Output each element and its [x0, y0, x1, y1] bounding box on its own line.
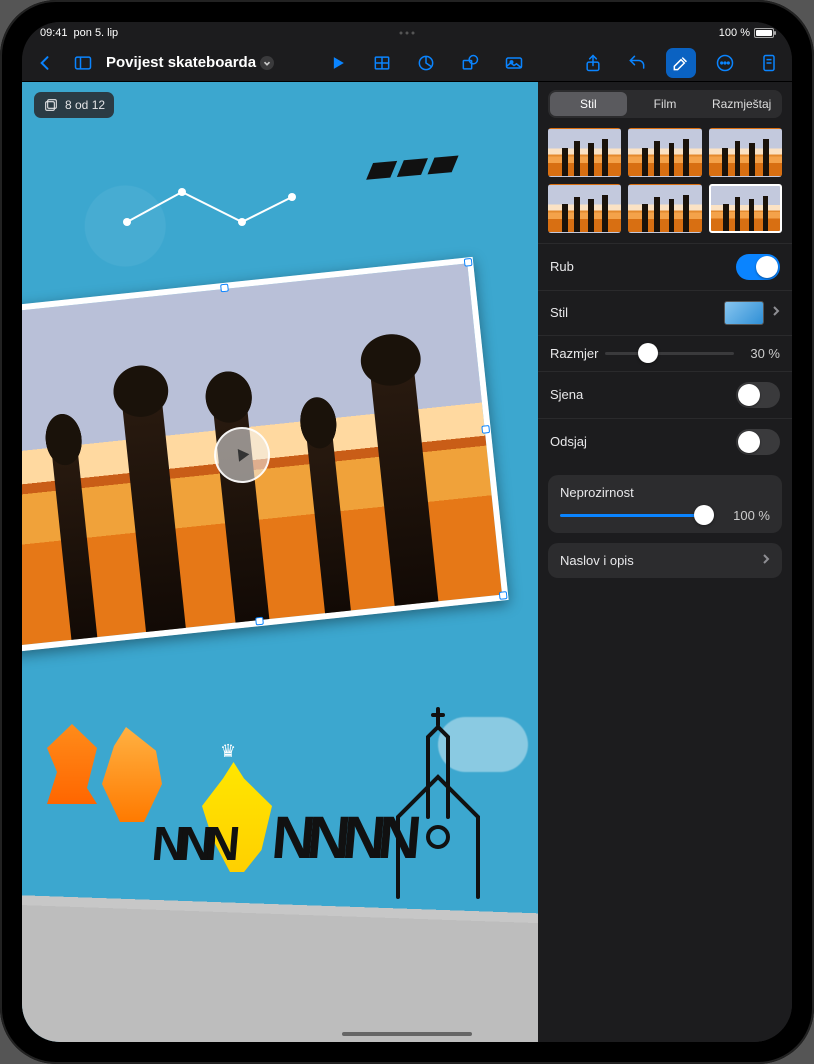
tab-film[interactable]: Film — [627, 92, 704, 116]
insert-table-button[interactable] — [367, 48, 397, 78]
slide-canvas[interactable]: ▰▰▰ ♛ NNN NNNN — [22, 82, 538, 1042]
graffiti-crown: ♛ — [220, 741, 236, 762]
graffiti-zigzag-1: NNN — [150, 817, 235, 872]
reflection-label: Odsjaj — [550, 434, 736, 449]
status-battery-text: 100 % — [719, 27, 750, 39]
document-title-text: Povijest skateboarda — [106, 54, 256, 71]
scale-label: Razmjer — [550, 346, 605, 361]
insert-media-button[interactable] — [499, 48, 529, 78]
status-date: pon 5. lip — [74, 27, 119, 39]
slide-counter-text: 8 od 12 — [65, 98, 105, 112]
shadow-label: Sjena — [550, 387, 736, 402]
status-time: 09:41 — [40, 27, 68, 39]
toolbar-right-group — [578, 48, 784, 78]
tab-style[interactable]: Stil — [550, 92, 627, 116]
inspector-tab-bar: Stil Film Razmještaj — [548, 90, 782, 118]
scale-row: Razmjer 30 % — [538, 335, 792, 371]
graffiti-church — [378, 707, 498, 907]
chevron-right-icon — [762, 553, 770, 568]
style-label: Stil — [550, 305, 724, 320]
tab-arrange[interactable]: Razmještaj — [703, 92, 780, 116]
play-presentation-button[interactable] — [323, 48, 353, 78]
format-inspector-button[interactable] — [666, 48, 696, 78]
video-object[interactable] — [22, 257, 509, 652]
insert-shape-button[interactable] — [455, 48, 485, 78]
back-button[interactable] — [30, 48, 60, 78]
slide-counter[interactable]: 8 od 12 — [34, 92, 114, 118]
more-button[interactable] — [710, 48, 740, 78]
graffiti-scribble: ▰▰▰ — [364, 138, 460, 192]
share-button[interactable] — [578, 48, 608, 78]
battery-icon — [754, 28, 774, 38]
document-options-button[interactable] — [754, 48, 784, 78]
multitask-dots[interactable] — [400, 32, 415, 35]
title-desc-row[interactable]: Naslov i opis — [548, 543, 782, 578]
status-bar: 09:41 pon 5. lip 100 % — [22, 22, 792, 44]
style-preset-6[interactable] — [709, 184, 782, 233]
border-toggle[interactable] — [736, 254, 780, 280]
undo-button[interactable] — [622, 48, 652, 78]
border-label: Rub — [550, 259, 736, 274]
style-row[interactable]: Stil — [538, 290, 792, 335]
opacity-value: 100 % — [724, 508, 770, 523]
opacity-block: Neprozirnost 100 % — [548, 475, 782, 533]
scale-slider[interactable] — [605, 352, 734, 355]
shadow-toggle[interactable] — [736, 382, 780, 408]
border-row: Rub — [538, 243, 792, 290]
style-preset-2[interactable] — [628, 128, 701, 177]
home-indicator[interactable] — [342, 1032, 472, 1036]
sidebar-toggle-button[interactable] — [68, 48, 98, 78]
constellation-doodle — [122, 182, 302, 242]
content-area: ▰▰▰ ♛ NNN NNNN — [22, 82, 792, 1042]
title-desc-label: Naslov i opis — [560, 553, 762, 568]
screen: 09:41 pon 5. lip 100 % Povijest skateboa… — [22, 22, 792, 1042]
insert-chart-button[interactable] — [411, 48, 441, 78]
opacity-label: Neprozirnost — [560, 485, 770, 500]
chevron-right-icon — [772, 305, 780, 320]
reflection-row: Odsjaj — [538, 418, 792, 465]
scale-value: 30 % — [734, 346, 780, 361]
style-presets-grid — [538, 124, 792, 243]
document-title[interactable]: Povijest skateboarda — [106, 54, 274, 71]
format-inspector-panel: Stil Film Razmještaj Rub St — [538, 82, 792, 1042]
chevron-down-icon — [260, 56, 274, 70]
stack-icon — [43, 97, 59, 113]
top-toolbar: Povijest skateboarda — [22, 44, 792, 82]
style-preset-5[interactable] — [628, 184, 701, 233]
style-preset-3[interactable] — [709, 128, 782, 177]
reflection-toggle[interactable] — [736, 429, 780, 455]
border-style-preview — [724, 301, 764, 325]
style-preset-4[interactable] — [548, 184, 621, 233]
style-preset-1[interactable] — [548, 128, 621, 177]
ipad-frame: 09:41 pon 5. lip 100 % Povijest skateboa… — [0, 0, 814, 1064]
opacity-slider[interactable] — [560, 514, 714, 517]
shadow-row: Sjena — [538, 371, 792, 418]
title-desc-block: Naslov i opis — [548, 543, 782, 578]
toolbar-center-group — [323, 48, 529, 78]
